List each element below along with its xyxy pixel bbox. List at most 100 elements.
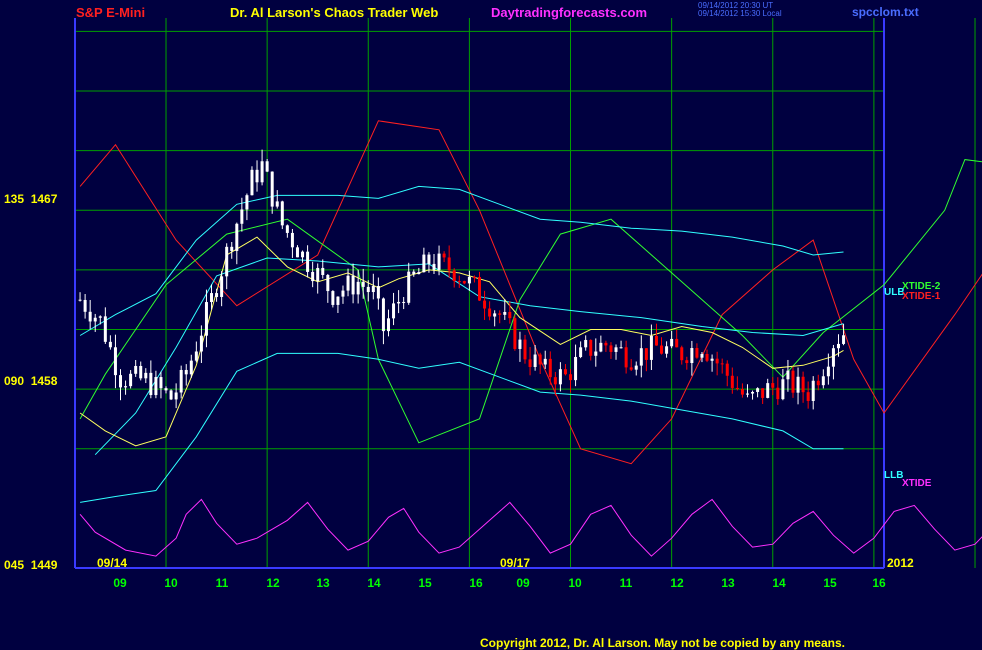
price-candle bbox=[290, 232, 294, 248]
price-candle bbox=[609, 345, 613, 352]
price-candle bbox=[169, 390, 173, 400]
price-candle bbox=[654, 335, 658, 346]
price-candle bbox=[250, 169, 254, 196]
price-candle bbox=[108, 341, 112, 348]
price-candle bbox=[144, 372, 148, 379]
price-candle bbox=[189, 360, 193, 375]
price-candle bbox=[407, 271, 411, 303]
series-ma bbox=[79, 236, 844, 447]
price-candle bbox=[326, 275, 330, 292]
price-candle bbox=[528, 359, 532, 367]
price-candle bbox=[376, 286, 380, 299]
price-candle bbox=[361, 281, 365, 287]
price-candle bbox=[670, 338, 674, 347]
price-candle bbox=[498, 313, 502, 315]
price-candle bbox=[543, 358, 547, 365]
price-candle bbox=[569, 374, 573, 381]
price-candle bbox=[311, 271, 315, 282]
price-candle bbox=[462, 281, 466, 284]
price-candle bbox=[690, 348, 694, 364]
price-candle bbox=[604, 342, 608, 346]
price-candle bbox=[452, 270, 456, 282]
price-candle bbox=[826, 366, 830, 377]
price-candle bbox=[488, 308, 492, 317]
price-candle bbox=[801, 376, 805, 393]
price-candle bbox=[93, 317, 97, 322]
price-candle bbox=[341, 290, 345, 297]
chart-svg bbox=[74, 18, 982, 569]
price-candle bbox=[558, 369, 562, 385]
label-xtide-1: XTIDE-1 bbox=[902, 291, 941, 302]
chart-title: Dr. Al Larson's Chaos Trader Web bbox=[230, 5, 439, 20]
price-candle bbox=[351, 275, 355, 295]
price-candle bbox=[366, 286, 370, 293]
price-candle bbox=[321, 267, 325, 276]
price-candle bbox=[467, 276, 471, 284]
label-xtide: XTIDE bbox=[902, 478, 932, 489]
price-candle bbox=[796, 376, 800, 393]
price-candle bbox=[235, 223, 239, 251]
price-candle bbox=[478, 277, 481, 301]
price-candle bbox=[159, 377, 163, 389]
price-candle bbox=[649, 335, 653, 360]
label-llb: LLB bbox=[884, 470, 904, 481]
price-candle bbox=[346, 275, 350, 291]
series-xtide-1 bbox=[79, 120, 982, 465]
price-candle bbox=[149, 372, 153, 396]
segment-date-label: 09/14 bbox=[97, 556, 128, 570]
price-candle bbox=[280, 201, 284, 226]
price-candle bbox=[821, 376, 825, 386]
price-candle bbox=[680, 347, 684, 361]
price-candle bbox=[442, 253, 446, 258]
segment-date-label: 09/17 bbox=[500, 556, 531, 570]
price-candle bbox=[735, 387, 739, 390]
price-candle bbox=[483, 300, 487, 309]
price-candle bbox=[675, 338, 679, 348]
price-candle bbox=[129, 373, 133, 387]
price-candle bbox=[533, 354, 537, 367]
x-tick-label: 10 bbox=[568, 576, 582, 590]
price-candle bbox=[472, 276, 476, 278]
price-candle bbox=[776, 387, 780, 400]
price-candle bbox=[139, 365, 143, 379]
x-tick-label: 15 bbox=[418, 576, 432, 590]
price-candle bbox=[154, 377, 158, 396]
site-link[interactable]: Daytradingforecasts.com bbox=[491, 5, 647, 20]
price-candle bbox=[639, 348, 643, 366]
price-candle bbox=[199, 335, 203, 352]
price-candle bbox=[518, 339, 522, 349]
price-candle bbox=[412, 271, 416, 275]
price-candle bbox=[386, 318, 390, 332]
price-candle bbox=[245, 195, 249, 210]
price-candle bbox=[710, 358, 714, 361]
price-candle bbox=[538, 354, 542, 365]
price-candle bbox=[124, 386, 128, 388]
price-candle bbox=[720, 363, 724, 365]
price-candle bbox=[756, 388, 760, 392]
price-candle bbox=[98, 316, 102, 318]
x-tick-label: 16 bbox=[469, 576, 483, 590]
price-candle bbox=[179, 369, 183, 393]
x-tick-label: 13 bbox=[721, 576, 735, 590]
price-candle bbox=[78, 299, 82, 301]
price-candle bbox=[336, 296, 340, 305]
price-candle bbox=[230, 246, 234, 251]
price-candle bbox=[285, 225, 289, 233]
price-candle bbox=[508, 311, 512, 319]
x-tick-label: 10 bbox=[164, 576, 178, 590]
price-candle bbox=[786, 370, 790, 380]
price-candle bbox=[220, 276, 224, 297]
price-candle bbox=[331, 291, 335, 305]
series-xtide-2 bbox=[79, 159, 982, 444]
price-candle bbox=[584, 339, 588, 348]
y-label-1467: 135 1467 bbox=[4, 192, 58, 206]
price-candle bbox=[134, 365, 138, 374]
price-candle bbox=[113, 347, 117, 376]
price-candle bbox=[831, 348, 835, 367]
price-candle bbox=[766, 383, 770, 398]
price-candle bbox=[842, 335, 846, 344]
price-candle bbox=[700, 353, 704, 358]
price-candle bbox=[295, 247, 299, 258]
price-candle bbox=[270, 171, 274, 207]
price-candle bbox=[761, 388, 765, 398]
